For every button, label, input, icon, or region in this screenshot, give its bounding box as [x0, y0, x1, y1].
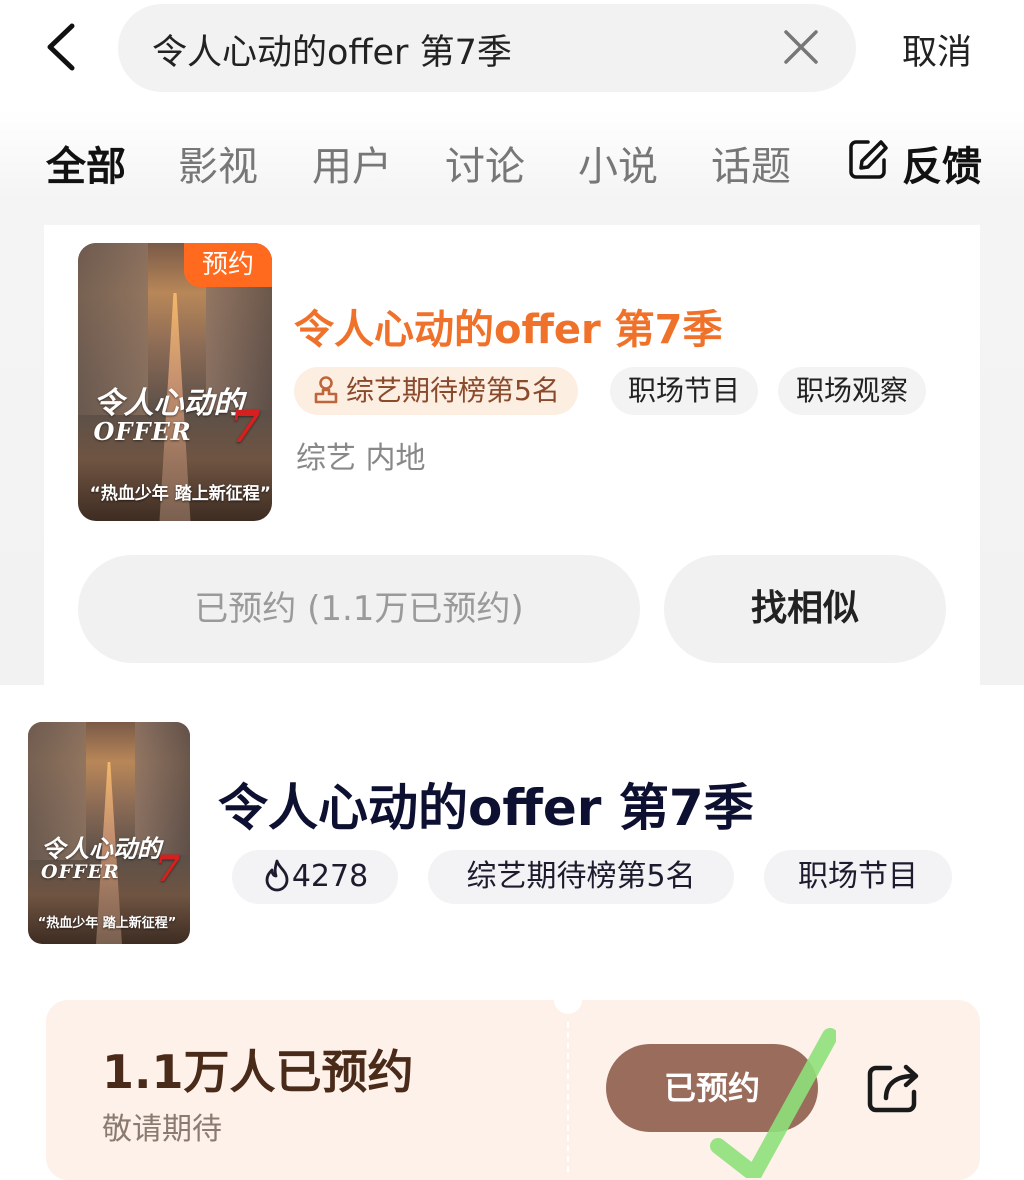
show-meta: 综艺 内地 [296, 441, 426, 476]
find-similar-button[interactable]: 找相似 [664, 555, 946, 663]
poster-image-small[interactable]: 令人心动的 OFFER 7 “热血少年 踏上新征程” [28, 722, 190, 944]
poster-logo: 令人心动的 OFFER 7 [41, 837, 180, 888]
show-title[interactable]: 令人心动的offer 第7季 [294, 297, 723, 355]
show-title: 令人心动的offer 第7季 [218, 779, 754, 837]
rank-tag-label: 综艺期待榜第5名 [346, 374, 560, 407]
heat-chip[interactable]: 4278 [232, 850, 398, 904]
poster-slogan: “热血少年 踏上新征程” [37, 915, 177, 931]
ticket-notch [554, 986, 582, 1014]
poster-logo-num: 7 [155, 847, 181, 890]
heat-count: 4278 [291, 859, 369, 894]
feedback-label: 反馈 [902, 144, 982, 190]
result-card[interactable]: 令人心动的 OFFER 7 “热血少年 踏上新征程” 预约 令人心动的offer… [44, 225, 980, 685]
tab-discussion[interactable]: 讨论 [445, 134, 525, 192]
share-icon[interactable] [864, 1060, 924, 1116]
reservation-subtitle: 敬请期待 [102, 1112, 222, 1147]
reserved-button[interactable]: 已预约 (1.1万已预约) [78, 555, 640, 663]
tag-workplace-show[interactable]: 职场节目 [610, 367, 759, 415]
tab-video[interactable]: 影视 [178, 134, 258, 192]
tab-users[interactable]: 用户 [312, 134, 392, 192]
search-input[interactable]: 令人心动的offer 第7季 [152, 24, 512, 75]
ticket-divider [567, 1022, 569, 1172]
poster-logo: 令人心动的 OFFER 7 [94, 388, 261, 451]
flame-icon [265, 859, 289, 891]
edit-icon [849, 140, 888, 179]
podium-icon [314, 376, 338, 404]
rank-tag[interactable]: 综艺期待榜第5名 [428, 850, 734, 904]
checkmark-icon [710, 1028, 836, 1178]
tab-topics[interactable]: 话题 [711, 134, 791, 192]
poster-logo-num: 7 [229, 401, 261, 453]
cancel-button[interactable]: 取消 [902, 24, 972, 75]
rank-tag[interactable]: 综艺期待榜第5名 [294, 367, 578, 415]
reservation-count: 1.1万人已预约 [102, 1045, 414, 1099]
reservation-ticket: 1.1万人已预约 敬请期待 已预约 [46, 986, 980, 1180]
back-arrow-icon[interactable] [40, 22, 84, 72]
tab-all[interactable]: 全部 [46, 134, 126, 192]
tag-workplace-observation[interactable]: 职场观察 [778, 367, 927, 415]
reserve-badge: 预约 [184, 243, 272, 287]
poster-slogan: “热血少年 踏上新征程” [89, 484, 271, 505]
tab-novels[interactable]: 小说 [578, 134, 658, 192]
poster-image[interactable]: 令人心动的 OFFER 7 “热血少年 踏上新征程” 预约 [78, 243, 272, 521]
tag-workplace-show[interactable]: 职场节目 [764, 850, 952, 904]
clear-icon[interactable] [782, 28, 820, 66]
